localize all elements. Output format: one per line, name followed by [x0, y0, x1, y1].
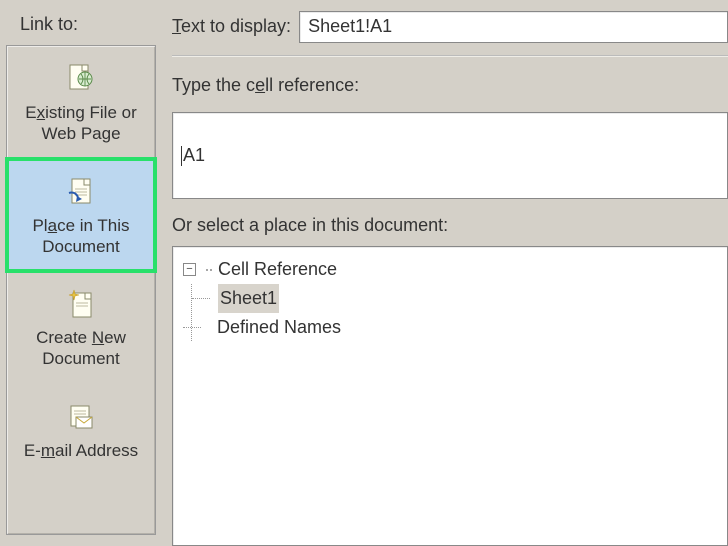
tree-children: Sheet1 Defined Names: [191, 284, 717, 342]
tree-node-cell-reference[interactable]: − ·· Cell Reference: [183, 255, 717, 284]
text-to-display-label: Text to display:: [172, 10, 291, 43]
text-to-display-row: Text to display:: [172, 10, 728, 43]
collapse-icon[interactable]: −: [183, 263, 196, 276]
cell-reference-input[interactable]: A1: [172, 112, 728, 199]
sidebar-item-email[interactable]: E-mail Address: [7, 384, 155, 475]
tree-label: Sheet1: [218, 284, 279, 313]
text-cursor: [181, 146, 182, 166]
tree-node-sheet1[interactable]: Sheet1: [192, 284, 717, 313]
tree-label: Cell Reference: [218, 255, 337, 284]
tree-connector-icon: [183, 315, 213, 339]
main-panel: Text to display: Type the cell reference…: [156, 6, 728, 546]
sidebar-title: Link to:: [6, 6, 156, 45]
sidebar-item-label: Create New Document: [13, 327, 149, 370]
link-to-sidebar: Link to: Existing File or Web Page: [6, 6, 156, 546]
new-doc-icon: [64, 287, 98, 321]
sidebar-items: Existing File or Web Page Place in This: [6, 45, 156, 535]
divider: [172, 55, 728, 57]
sidebar-item-existing-file[interactable]: Existing File or Web Page: [7, 46, 155, 159]
tree-label: Defined Names: [217, 313, 341, 342]
sidebar-item-label: E-mail Address: [24, 440, 138, 461]
document-tree[interactable]: − ·· Cell Reference Sheet1 Defined Names: [172, 246, 728, 546]
tree-node-defined-names[interactable]: Defined Names: [183, 313, 717, 342]
sidebar-item-label: Existing File or Web Page: [13, 102, 149, 145]
sidebar-item-place-in-document[interactable]: Place in This Document: [7, 159, 155, 272]
dialog-root: Link to: Existing File or Web Page: [0, 0, 728, 546]
text-to-display-input[interactable]: [299, 11, 728, 43]
email-icon: [64, 400, 98, 434]
cell-reference-label: Type the cell reference:: [172, 69, 728, 102]
tree-connector-icon: [192, 286, 214, 310]
file-web-icon: [64, 62, 98, 96]
sidebar-item-create-new[interactable]: Create New Document: [7, 271, 155, 384]
sidebar-item-label: Place in This Document: [13, 215, 149, 258]
place-doc-icon: [64, 175, 98, 209]
place-select-label: Or select a place in this document:: [172, 209, 728, 236]
cell-reference-value: A1: [183, 145, 205, 166]
